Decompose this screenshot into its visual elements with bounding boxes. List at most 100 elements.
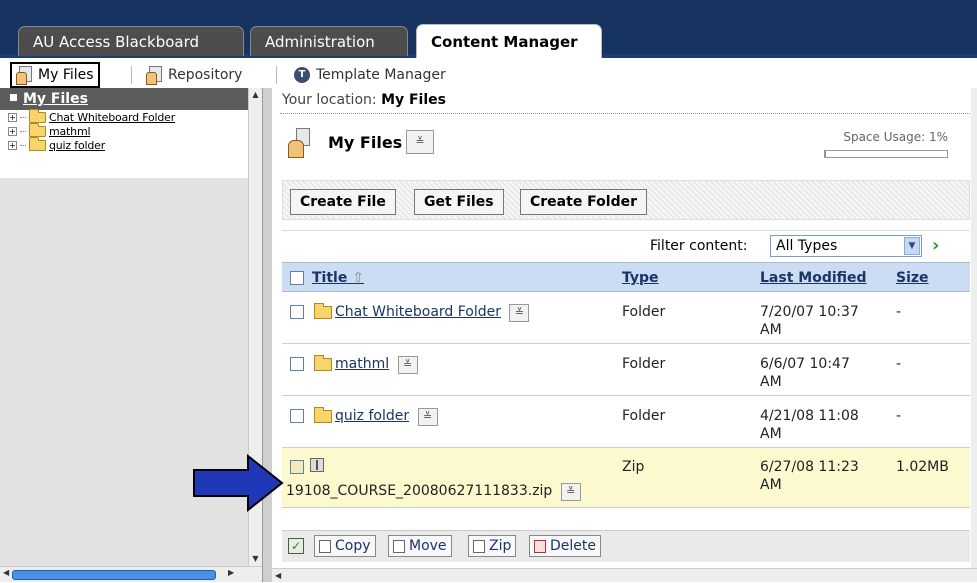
column-size-header[interactable]: Size xyxy=(896,270,929,286)
go-arrow-icon[interactable]: › xyxy=(932,236,939,256)
main-horizontal-scrollbar[interactable]: ◀ xyxy=(272,568,977,582)
tree-header-label[interactable]: My Files xyxy=(23,91,88,107)
row-checkbox[interactable] xyxy=(290,305,304,319)
row-checkbox[interactable] xyxy=(290,357,304,371)
move-button[interactable]: Move xyxy=(388,535,452,557)
row-title-cell: mathml ≚ xyxy=(314,354,418,374)
row-title-text[interactable]: 19108_COURSE_20080627111833.zip xyxy=(286,483,552,499)
folder-icon xyxy=(29,108,46,123)
subnav-template-manager[interactable]: T Template Manager xyxy=(294,62,446,88)
main-content: Your location: My Files My Files ≚ Space… xyxy=(272,88,977,582)
row-modified-ampm: AM xyxy=(760,426,782,442)
select-all-checkbox[interactable] xyxy=(290,271,304,285)
move-icon xyxy=(393,539,405,553)
item-options-menu-icon[interactable]: ≚ xyxy=(509,304,530,322)
my-files-icon xyxy=(16,66,32,85)
row-modified: 4/21/08 11:08 AM xyxy=(760,407,859,443)
tree-connector xyxy=(20,130,26,132)
sort-ascending-icon: ⇧ xyxy=(352,270,364,286)
row-size: 1.02MB xyxy=(896,459,949,475)
create-folder-button[interactable]: Create Folder xyxy=(520,189,648,215)
subnav-separator xyxy=(276,66,277,84)
subnav-repository[interactable]: Repository xyxy=(146,62,242,88)
scroll-down-icon[interactable]: ▼ xyxy=(249,552,262,566)
folder-icon xyxy=(29,136,46,151)
zip-button-label: Zip xyxy=(489,538,512,554)
row-size: - xyxy=(896,356,902,372)
expand-icon[interactable]: + xyxy=(8,112,17,122)
scroll-left-icon[interactable]: ◀ xyxy=(275,571,281,580)
sub-navigation-bar: My Files Repository T Template Manager xyxy=(0,62,977,88)
get-files-button[interactable]: Get Files xyxy=(414,189,504,215)
zip-button[interactable]: Zip xyxy=(468,535,517,557)
folder-options-menu-icon[interactable]: ≚ xyxy=(406,130,434,154)
row-title-link[interactable]: Chat Whiteboard Folder xyxy=(335,304,501,320)
subnav-repository-label: Repository xyxy=(168,67,243,83)
row-checkbox[interactable] xyxy=(290,409,304,423)
row-size: - xyxy=(896,304,902,320)
tree-item-label[interactable]: quiz folder xyxy=(49,139,105,152)
folder-title-box: My Files ≚ Space Usage: 1% xyxy=(284,120,964,172)
tree-item-quiz-folder[interactable]: + quiz folder xyxy=(0,136,248,152)
row-modified-ampm: AM xyxy=(760,374,782,390)
row-modified-time: 6/6/07 10:47 xyxy=(760,356,850,372)
location-label: Your location: xyxy=(282,92,377,108)
select-checkmark-icon[interactable]: ✓ xyxy=(288,538,304,554)
row-title-link[interactable]: mathml xyxy=(335,356,389,372)
item-options-menu-icon[interactable]: ≚ xyxy=(397,356,418,374)
row-modified: 7/20/07 10:37 AM xyxy=(760,303,859,339)
tree-item-label[interactable]: mathml xyxy=(49,125,91,138)
bulk-action-bar: ✓ Copy Move Zip Delete xyxy=(282,530,970,562)
tree-item-mathml[interactable]: + mathml xyxy=(0,122,248,138)
item-options-menu-icon[interactable]: ≚ xyxy=(560,483,581,501)
tab-au-access-blackboard[interactable]: AU Access Blackboard xyxy=(18,26,244,56)
row-type: Folder xyxy=(622,408,666,424)
item-options-menu-icon[interactable]: ≚ xyxy=(417,408,438,426)
subnav-my-files[interactable]: My Files xyxy=(10,62,100,88)
expand-icon[interactable]: + xyxy=(8,140,17,150)
row-modified: 6/6/07 10:47 AM xyxy=(760,355,850,391)
row-title-cell: Chat Whiteboard Folder ≚ xyxy=(314,302,530,322)
column-title-header[interactable]: Title ⇧ xyxy=(312,270,364,286)
column-type-header[interactable]: Type xyxy=(622,270,659,286)
repository-icon xyxy=(146,66,162,85)
table-header-row: Title ⇧ Type Last Modified Size xyxy=(282,262,970,292)
filter-select-value: All Types xyxy=(776,238,838,254)
scroll-right-icon[interactable]: ▶ xyxy=(228,568,234,577)
space-usage-label: Space Usage: 1% xyxy=(843,130,948,144)
scroll-up-icon[interactable]: ▲ xyxy=(249,88,262,102)
tab-administration[interactable]: Administration xyxy=(250,26,408,56)
main-vertical-scrollbar[interactable] xyxy=(971,88,977,582)
tree-item-chat-whiteboard-folder[interactable]: + Chat Whiteboard Folder xyxy=(0,108,248,124)
tree-connector xyxy=(20,116,26,118)
table-row: mathml ≚ Folder 6/6/07 10:47 AM - xyxy=(282,344,970,396)
space-usage-fill xyxy=(825,151,827,157)
filter-select[interactable]: All Types ▼ xyxy=(770,235,922,257)
page-title: My Files xyxy=(328,133,403,152)
files-table: Title ⇧ Type Last Modified Size Chat Whi… xyxy=(282,262,970,508)
chevron-down-icon[interactable]: ▼ xyxy=(904,237,920,255)
row-title-link[interactable]: quiz folder xyxy=(335,408,409,424)
tree-header[interactable]: My Files xyxy=(0,88,248,110)
column-last-modified-header[interactable]: Last Modified xyxy=(760,270,867,286)
tree-item-label[interactable]: Chat Whiteboard Folder xyxy=(49,111,175,124)
row-modified-ampm: AM xyxy=(760,477,782,493)
breadcrumb: Your location: My Files xyxy=(282,92,446,108)
row-checkbox[interactable] xyxy=(290,460,304,474)
table-row-selected: 19108_COURSE_20080627111833.zip ≚ Zip 6/… xyxy=(282,448,970,508)
folder-icon xyxy=(314,302,332,319)
scroll-left-icon[interactable]: ◀ xyxy=(3,568,9,577)
delete-button[interactable]: Delete xyxy=(529,535,601,557)
expand-icon[interactable]: + xyxy=(8,126,17,136)
row-type: Zip xyxy=(622,459,645,475)
delete-icon xyxy=(534,539,546,553)
column-title-label[interactable]: Title xyxy=(312,270,347,286)
move-button-label: Move xyxy=(409,538,447,554)
folder-icon xyxy=(314,406,332,423)
row-modified-time: 7/20/07 10:37 xyxy=(760,304,859,320)
scrollbar-thumb[interactable] xyxy=(12,570,216,580)
create-file-button[interactable]: Create File xyxy=(290,189,396,215)
tree-horizontal-scrollbar[interactable]: ◀ ▶ xyxy=(0,566,262,582)
copy-button[interactable]: Copy xyxy=(314,535,376,557)
tab-content-manager[interactable]: Content Manager xyxy=(416,24,602,58)
